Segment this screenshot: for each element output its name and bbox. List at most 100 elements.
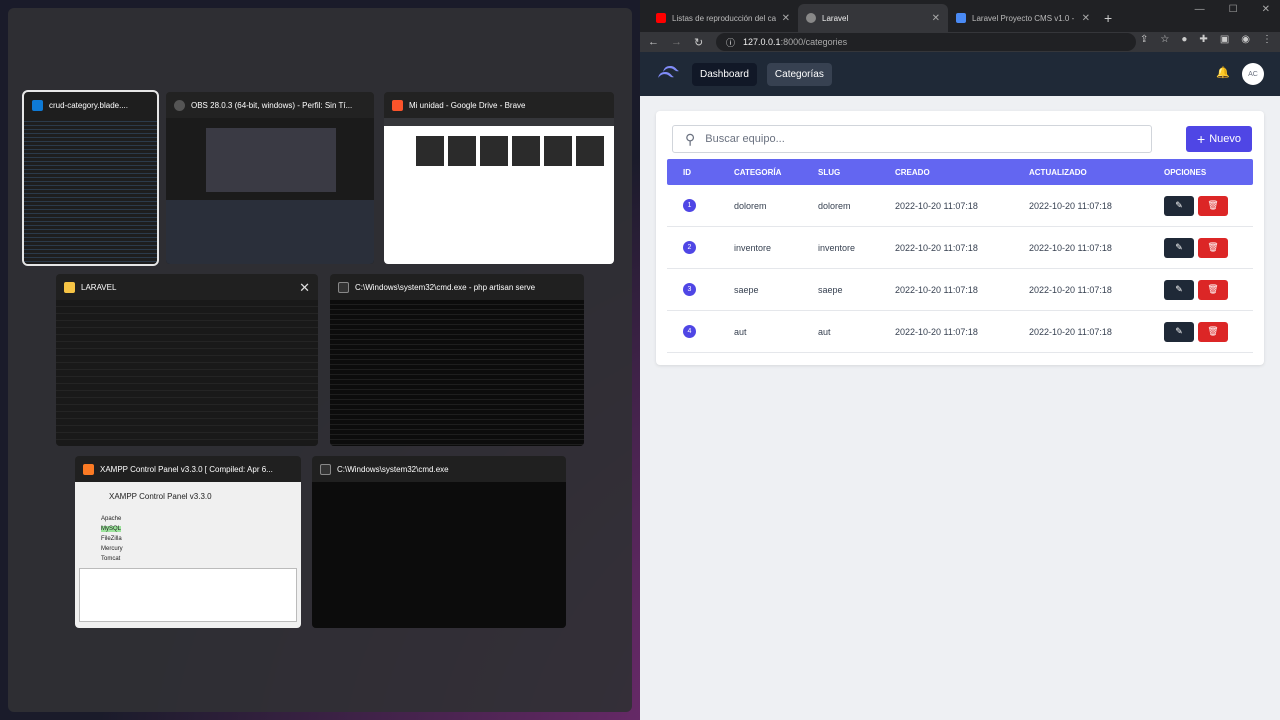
search-input[interactable]: ⚲ Buscar equipo... bbox=[672, 125, 1152, 153]
window-thumb-explorer[interactable]: LARAVEL ✕ bbox=[56, 274, 318, 446]
back-icon[interactable]: ← bbox=[648, 36, 659, 48]
close-icon[interactable]: ✕ bbox=[299, 280, 310, 296]
tailwind-logo-icon bbox=[658, 66, 679, 78]
window-title: C:\Windows\system32\cmd.exe bbox=[337, 464, 449, 474]
address-bar: ← → ↻ ⓘ 127.0.0.1:8000/categories ⇪ ☆ ● … bbox=[640, 32, 1280, 52]
plus-icon: + bbox=[1197, 131, 1206, 147]
window-controls: — ☐ ✕ bbox=[1195, 4, 1270, 15]
window-title: C:\Windows\system32\cmd.exe - php artisa… bbox=[355, 282, 536, 292]
window-thumb-cmd-artisan[interactable]: C:\Windows\system32\cmd.exe - php artisa… bbox=[330, 274, 584, 446]
youtube-icon bbox=[656, 13, 666, 23]
vscode-icon bbox=[32, 99, 43, 111]
cell-created: 2022-10-20 11:07:18 bbox=[895, 284, 978, 295]
cell-created: 2022-10-20 11:07:18 bbox=[895, 200, 978, 211]
window-thumb-xampp[interactable]: XAMPP Control Panel v3.3.0 [ Compiled: A… bbox=[75, 456, 301, 628]
tab-strip: Listas de reproducción del can... ✕ Larav… bbox=[640, 0, 1280, 32]
close-icon[interactable]: ✕ bbox=[1262, 4, 1270, 15]
trash-icon: 🗑 bbox=[1207, 284, 1219, 294]
cmd-icon bbox=[320, 463, 331, 475]
nav-categories[interactable]: Categorías bbox=[766, 62, 832, 86]
xampp-icon bbox=[83, 463, 94, 475]
close-tab-icon[interactable]: ✕ bbox=[932, 13, 940, 24]
tab-title: Laravel Proyecto CMS v1.0 - D... bbox=[972, 13, 1076, 23]
tab-title: Laravel bbox=[822, 13, 849, 23]
app-navbar: Dashboard Categorías 🔔 AC bbox=[640, 52, 1280, 96]
delete-button[interactable]: 🗑 bbox=[1198, 195, 1228, 216]
delete-button[interactable]: 🗑 bbox=[1198, 321, 1228, 342]
cell-category: dolorem bbox=[734, 200, 767, 211]
id-badge: 4 bbox=[683, 325, 696, 338]
window-thumb-cmd[interactable]: C:\Windows\system32\cmd.exe bbox=[312, 456, 566, 628]
search-icon: ⚲ bbox=[685, 130, 696, 147]
col-options: OPCIONES bbox=[1164, 167, 1207, 177]
edit-button[interactable]: ✎ bbox=[1164, 237, 1194, 258]
minimize-icon[interactable]: — bbox=[1195, 4, 1205, 15]
profile-icon[interactable]: ◉ bbox=[1241, 34, 1250, 45]
id-badge: 2 bbox=[683, 241, 696, 254]
window-title: XAMPP Control Panel v3.3.0 [ Compiled: A… bbox=[100, 464, 273, 474]
cell-created: 2022-10-20 11:07:18 bbox=[895, 326, 978, 337]
window-thumb-obs[interactable]: OBS 28.0.3 (64-bit, windows) - Perfil: S… bbox=[166, 92, 374, 264]
tab-laravel-cms[interactable]: Laravel Proyecto CMS v1.0 - D... ✕ bbox=[948, 4, 1098, 32]
url-path: :8000/categories bbox=[780, 37, 848, 47]
table-row: 3 saepe saepe 2022-10-20 11:07:18 2022-1… bbox=[667, 269, 1253, 311]
obs-preview bbox=[166, 118, 374, 264]
edit-button[interactable]: ✎ bbox=[1164, 195, 1194, 216]
col-id: ID bbox=[683, 167, 691, 177]
xampp-module: MySQL bbox=[101, 526, 122, 532]
table-row: 1 dolorem dolorem 2022-10-20 11:07:18 20… bbox=[667, 185, 1253, 227]
cell-created: 2022-10-20 11:07:18 bbox=[895, 242, 978, 253]
categories-card: ⚲ Buscar equipo... + Nuevo ID CATEGORÍA S… bbox=[656, 111, 1264, 365]
bell-icon[interactable]: 🔔 bbox=[1216, 66, 1230, 79]
extension-icon[interactable]: ● bbox=[1181, 34, 1187, 45]
window-title: OBS 28.0.3 (64-bit, windows) - Perfil: S… bbox=[191, 100, 353, 110]
reload-icon[interactable]: ↻ bbox=[694, 36, 703, 49]
edit-button[interactable]: ✎ bbox=[1164, 279, 1194, 300]
window-thumb-brave[interactable]: Mi unidad - Google Drive - Brave bbox=[384, 92, 614, 264]
tab-youtube[interactable]: Listas de reproducción del can... ✕ bbox=[648, 4, 798, 32]
tab-laravel[interactable]: Laravel ✕ bbox=[798, 4, 948, 32]
table-row: 4 aut aut 2022-10-20 11:07:18 2022-10-20… bbox=[667, 311, 1253, 353]
cell-category: aut bbox=[734, 326, 747, 337]
search-placeholder: Buscar equipo... bbox=[705, 133, 785, 145]
edit-button[interactable]: ✎ bbox=[1164, 321, 1194, 342]
col-category: CATEGORÍA bbox=[734, 167, 782, 177]
new-button-label: Nuevo bbox=[1209, 133, 1241, 145]
id-badge: 3 bbox=[683, 283, 696, 296]
trash-icon: 🗑 bbox=[1207, 242, 1219, 252]
window-title: Mi unidad - Google Drive - Brave bbox=[409, 100, 526, 110]
xampp-panel-title: XAMPP Control Panel v3.3.0 bbox=[109, 492, 212, 501]
new-tab-button[interactable]: + bbox=[1104, 10, 1112, 26]
sidebar-icon[interactable]: ▣ bbox=[1220, 34, 1229, 45]
url-field[interactable]: ⓘ 127.0.0.1:8000/categories bbox=[716, 33, 1136, 51]
brave-icon bbox=[392, 99, 403, 111]
new-category-button[interactable]: + Nuevo bbox=[1186, 126, 1252, 152]
forward-icon[interactable]: → bbox=[671, 36, 682, 48]
window-title: crud-category.blade.... bbox=[49, 100, 129, 110]
close-tab-icon[interactable]: ✕ bbox=[1082, 13, 1090, 24]
menu-icon[interactable]: ⋮ bbox=[1262, 34, 1272, 45]
cell-updated: 2022-10-20 11:07:18 bbox=[1029, 242, 1112, 253]
xampp-module: Mercury bbox=[101, 546, 123, 552]
star-icon[interactable]: ☆ bbox=[1160, 34, 1169, 45]
avatar[interactable]: AC bbox=[1242, 63, 1264, 85]
puzzle-icon[interactable]: ✚ bbox=[1199, 34, 1207, 45]
xampp-module: Apache bbox=[101, 516, 122, 522]
delete-button[interactable]: 🗑 bbox=[1198, 279, 1228, 300]
share-icon[interactable]: ⇪ bbox=[1140, 34, 1148, 45]
nav-dashboard[interactable]: Dashboard bbox=[692, 62, 757, 86]
cmd-icon bbox=[338, 281, 349, 293]
maximize-icon[interactable]: ☐ bbox=[1229, 4, 1238, 15]
edit-icon: ✎ bbox=[1175, 326, 1183, 336]
cell-updated: 2022-10-20 11:07:18 bbox=[1029, 200, 1112, 211]
obs-icon bbox=[174, 99, 185, 111]
xampp-module: FileZilla bbox=[101, 536, 122, 542]
edit-icon: ✎ bbox=[1175, 200, 1183, 210]
globe-icon bbox=[806, 13, 816, 23]
window-thumb-vscode[interactable]: crud-category.blade.... bbox=[22, 90, 159, 266]
browser-window: Listas de reproducción del can... ✕ Larav… bbox=[640, 0, 1280, 720]
delete-button[interactable]: 🗑 bbox=[1198, 237, 1228, 258]
xampp-module: Tomcat bbox=[101, 556, 121, 562]
drive-preview bbox=[384, 118, 614, 264]
close-tab-icon[interactable]: ✕ bbox=[782, 13, 790, 24]
